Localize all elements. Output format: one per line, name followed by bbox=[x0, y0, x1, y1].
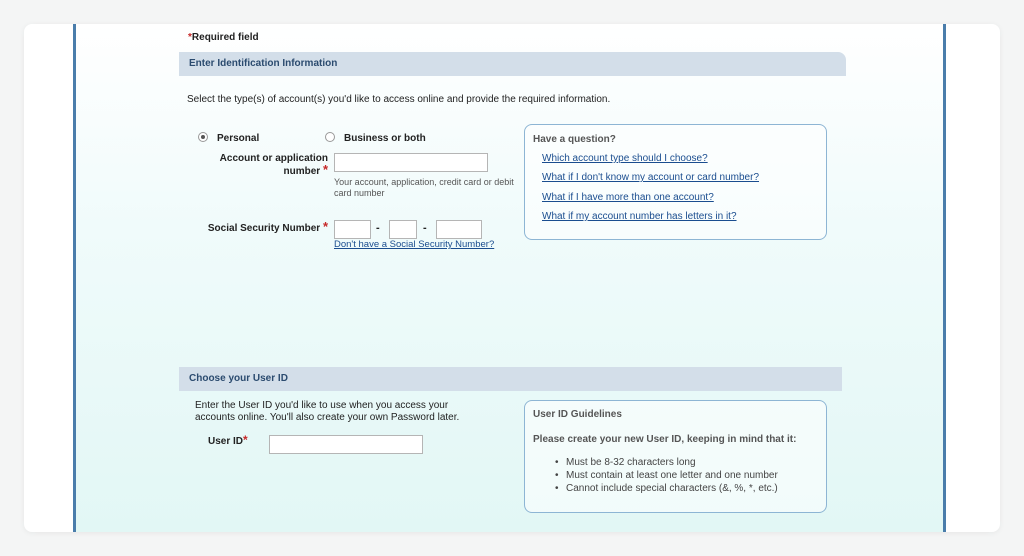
guideline-letter-number: Must contain at least one letter and one… bbox=[552, 469, 778, 482]
radio-business[interactable] bbox=[325, 132, 335, 142]
guidelines-title: User ID Guidelines bbox=[533, 409, 622, 420]
user-id-label: User ID* bbox=[208, 433, 248, 447]
radio-business-option[interactable]: Business or both bbox=[325, 132, 445, 146]
guidelines-list: Must be 8-32 characters long Must contai… bbox=[552, 456, 778, 495]
user-id-intro-line2: accounts online. You'll also create your… bbox=[195, 412, 460, 423]
radio-personal[interactable] bbox=[198, 132, 208, 142]
required-field-text: Required field bbox=[191, 32, 259, 43]
account-number-input[interactable] bbox=[334, 153, 488, 172]
ssn-separator-1: - bbox=[376, 222, 380, 234]
guideline-length: Must be 8-32 characters long bbox=[552, 456, 778, 469]
ssn-required-star: * bbox=[322, 219, 328, 234]
required-field-note: *Required field bbox=[188, 32, 259, 43]
guidelines-intro: Please create your new User ID, keeping … bbox=[533, 434, 797, 445]
ssn-part1-input[interactable] bbox=[334, 220, 371, 239]
form-frame: *Required field Enter Identification Inf… bbox=[73, 24, 946, 532]
no-ssn-link[interactable]: Don't have a Social Security Number? bbox=[334, 239, 494, 250]
radio-business-label[interactable]: Business or both bbox=[344, 133, 426, 144]
account-number-hint: Your account, application, credit card o… bbox=[334, 177, 514, 198]
identification-section-header: Enter Identification Information bbox=[179, 52, 846, 76]
ssn-separator-2: - bbox=[423, 222, 427, 234]
ssn-part2-input[interactable] bbox=[389, 220, 417, 239]
user-id-input[interactable] bbox=[269, 435, 423, 454]
link-which-account-type[interactable]: Which account type should I choose? bbox=[542, 153, 708, 164]
identification-intro: Select the type(s) of account(s) you'd l… bbox=[187, 94, 611, 105]
radio-personal-label[interactable]: Personal bbox=[217, 133, 259, 144]
user-id-section-header: Choose your User ID bbox=[179, 367, 842, 391]
link-account-number-letters[interactable]: What if my account number has letters in… bbox=[542, 211, 737, 222]
user-id-label-text: User ID bbox=[208, 436, 244, 447]
ssn-label-text: Social Security Number bbox=[207, 223, 321, 234]
user-id-guidelines-box: User ID Guidelines Please create your ne… bbox=[524, 400, 827, 513]
account-number-required-star: * bbox=[322, 162, 328, 177]
ssn-part3-input[interactable] bbox=[436, 220, 482, 239]
user-id-intro: Enter the User ID you'd like to use when… bbox=[195, 400, 495, 424]
account-number-label-line2: number bbox=[283, 166, 321, 177]
question-box-title: Have a question? bbox=[533, 134, 616, 145]
ssn-label: Social Security Number * bbox=[206, 219, 328, 234]
link-more-than-one-account[interactable]: What if I have more than one account? bbox=[542, 192, 714, 203]
account-number-label-line1: Account or application bbox=[219, 153, 328, 164]
radio-personal-option[interactable]: Personal bbox=[198, 132, 298, 146]
link-dont-know-account-number[interactable]: What if I don't know my account or card … bbox=[542, 172, 759, 183]
account-number-label: Account or application number * bbox=[206, 153, 328, 177]
user-id-intro-line1: Enter the User ID you'd like to use when… bbox=[195, 400, 449, 411]
user-id-required-star: * bbox=[243, 433, 248, 447]
question-box: Have a question? Which account type shou… bbox=[524, 124, 827, 240]
guideline-special-chars: Cannot include special characters (&, %,… bbox=[552, 482, 778, 495]
page-card: *Required field Enter Identification Inf… bbox=[24, 24, 1000, 532]
